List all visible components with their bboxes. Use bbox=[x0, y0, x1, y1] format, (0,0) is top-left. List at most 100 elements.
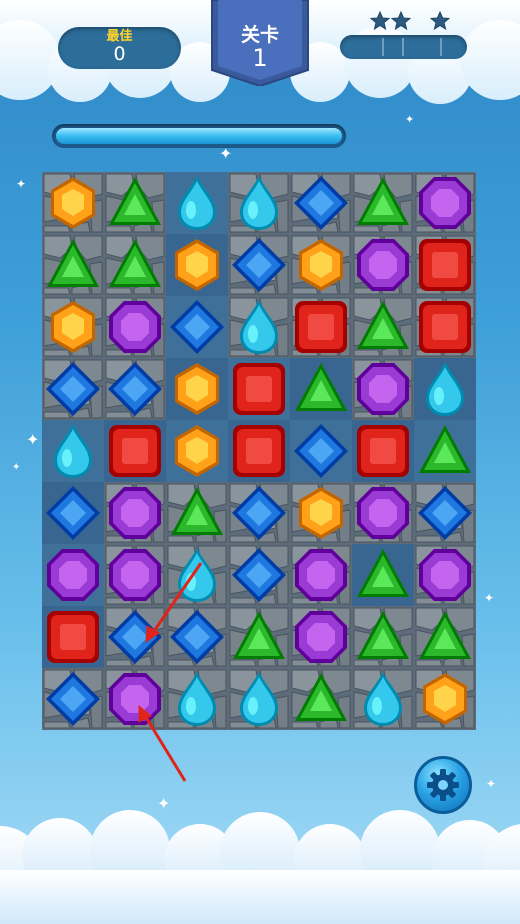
blue-diamond-gem-icon[interactable] bbox=[414, 482, 476, 544]
board-cell[interactable] bbox=[290, 172, 352, 234]
cyan-droplet-gem-icon[interactable] bbox=[166, 668, 228, 730]
board-cell[interactable] bbox=[352, 420, 414, 482]
board-cell[interactable] bbox=[166, 358, 228, 420]
board-cell[interactable] bbox=[414, 606, 476, 668]
board-cell[interactable] bbox=[352, 296, 414, 358]
board-cell[interactable] bbox=[352, 606, 414, 668]
cyan-droplet-gem-icon[interactable] bbox=[352, 668, 414, 730]
blue-diamond-gem-icon[interactable] bbox=[104, 358, 166, 420]
blue-diamond-gem-icon[interactable] bbox=[290, 420, 352, 482]
blue-diamond-gem-icon[interactable] bbox=[104, 606, 166, 668]
board-cell[interactable] bbox=[290, 420, 352, 482]
cyan-droplet-gem-icon[interactable] bbox=[228, 296, 290, 358]
blue-diamond-gem-icon[interactable] bbox=[228, 544, 290, 606]
purple-octagon-gem-icon[interactable] bbox=[290, 606, 352, 668]
green-triangle-gem-icon[interactable] bbox=[290, 358, 352, 420]
board-cell[interactable] bbox=[104, 420, 166, 482]
board-cell[interactable] bbox=[414, 482, 476, 544]
orange-hexagon-gem-icon[interactable] bbox=[290, 234, 352, 296]
red-square-gem-gem-icon[interactable] bbox=[104, 420, 166, 482]
blue-diamond-gem-icon[interactable] bbox=[42, 482, 104, 544]
cyan-droplet-gem-icon[interactable] bbox=[414, 358, 476, 420]
board-cell[interactable] bbox=[104, 544, 166, 606]
board-cell[interactable] bbox=[290, 358, 352, 420]
board-cell[interactable] bbox=[228, 172, 290, 234]
purple-octagon-gem-icon[interactable] bbox=[104, 668, 166, 730]
purple-octagon-gem-icon[interactable] bbox=[290, 544, 352, 606]
board-cell[interactable] bbox=[352, 234, 414, 296]
blue-diamond-gem-icon[interactable] bbox=[166, 296, 228, 358]
board-cell[interactable] bbox=[414, 296, 476, 358]
board-cell[interactable] bbox=[228, 234, 290, 296]
board-cell[interactable] bbox=[42, 606, 104, 668]
board-cell[interactable] bbox=[104, 296, 166, 358]
board-cell[interactable] bbox=[228, 420, 290, 482]
board-cell[interactable] bbox=[352, 358, 414, 420]
cyan-droplet-gem-icon[interactable] bbox=[166, 544, 228, 606]
board-cell[interactable] bbox=[414, 544, 476, 606]
board-cell[interactable] bbox=[228, 482, 290, 544]
board-cell[interactable] bbox=[166, 668, 228, 730]
board-cell[interactable] bbox=[166, 482, 228, 544]
orange-hexagon-gem-icon[interactable] bbox=[166, 234, 228, 296]
red-square-gem-gem-icon[interactable] bbox=[414, 234, 476, 296]
board-cell[interactable] bbox=[290, 668, 352, 730]
green-triangle-gem-icon[interactable] bbox=[414, 606, 476, 668]
blue-diamond-gem-icon[interactable] bbox=[228, 482, 290, 544]
board-cell[interactable] bbox=[228, 296, 290, 358]
red-square-gem-gem-icon[interactable] bbox=[290, 296, 352, 358]
green-triangle-gem-icon[interactable] bbox=[352, 172, 414, 234]
board-cell[interactable] bbox=[42, 172, 104, 234]
board-cell[interactable] bbox=[290, 234, 352, 296]
orange-hexagon-gem-icon[interactable] bbox=[414, 668, 476, 730]
board-cell[interactable] bbox=[290, 296, 352, 358]
orange-hexagon-gem-icon[interactable] bbox=[166, 358, 228, 420]
red-square-gem-gem-icon[interactable] bbox=[228, 420, 290, 482]
purple-octagon-gem-icon[interactable] bbox=[104, 296, 166, 358]
board-cell[interactable] bbox=[352, 482, 414, 544]
cyan-droplet-gem-icon[interactable] bbox=[42, 420, 104, 482]
board-cell[interactable] bbox=[414, 358, 476, 420]
purple-octagon-gem-icon[interactable] bbox=[352, 482, 414, 544]
orange-hexagon-gem-icon[interactable] bbox=[166, 420, 228, 482]
green-triangle-gem-icon[interactable] bbox=[290, 668, 352, 730]
cyan-droplet-gem-icon[interactable] bbox=[228, 172, 290, 234]
green-triangle-gem-icon[interactable] bbox=[228, 606, 290, 668]
purple-octagon-gem-icon[interactable] bbox=[352, 234, 414, 296]
board-cell[interactable] bbox=[352, 668, 414, 730]
cyan-droplet-gem-icon[interactable] bbox=[228, 668, 290, 730]
green-triangle-gem-icon[interactable] bbox=[352, 544, 414, 606]
orange-hexagon-gem-icon[interactable] bbox=[42, 296, 104, 358]
board-cell[interactable] bbox=[42, 668, 104, 730]
board-cell[interactable] bbox=[104, 668, 166, 730]
blue-diamond-gem-icon[interactable] bbox=[42, 358, 104, 420]
blue-diamond-gem-icon[interactable] bbox=[42, 668, 104, 730]
red-square-gem-gem-icon[interactable] bbox=[414, 296, 476, 358]
purple-octagon-gem-icon[interactable] bbox=[414, 172, 476, 234]
board-cell[interactable] bbox=[166, 234, 228, 296]
board-cell[interactable] bbox=[352, 544, 414, 606]
purple-octagon-gem-icon[interactable] bbox=[352, 358, 414, 420]
board-cell[interactable] bbox=[414, 420, 476, 482]
board-cell[interactable] bbox=[166, 172, 228, 234]
board-cell[interactable] bbox=[290, 544, 352, 606]
board-cell[interactable] bbox=[414, 172, 476, 234]
board-cell[interactable] bbox=[104, 234, 166, 296]
green-triangle-gem-icon[interactable] bbox=[414, 420, 476, 482]
board-cell[interactable] bbox=[290, 606, 352, 668]
purple-octagon-gem-icon[interactable] bbox=[42, 544, 104, 606]
board-cell[interactable] bbox=[166, 296, 228, 358]
green-triangle-gem-icon[interactable] bbox=[104, 234, 166, 296]
orange-hexagon-gem-icon[interactable] bbox=[290, 482, 352, 544]
board-cell[interactable] bbox=[42, 296, 104, 358]
green-triangle-gem-icon[interactable] bbox=[104, 172, 166, 234]
board-cell[interactable] bbox=[104, 482, 166, 544]
board-cell[interactable] bbox=[42, 420, 104, 482]
purple-octagon-gem-icon[interactable] bbox=[104, 482, 166, 544]
board-cell[interactable] bbox=[352, 172, 414, 234]
red-square-gem-gem-icon[interactable] bbox=[228, 358, 290, 420]
green-triangle-gem-icon[interactable] bbox=[166, 482, 228, 544]
board-cell[interactable] bbox=[104, 606, 166, 668]
board-cell[interactable] bbox=[166, 544, 228, 606]
red-square-gem-gem-icon[interactable] bbox=[352, 420, 414, 482]
